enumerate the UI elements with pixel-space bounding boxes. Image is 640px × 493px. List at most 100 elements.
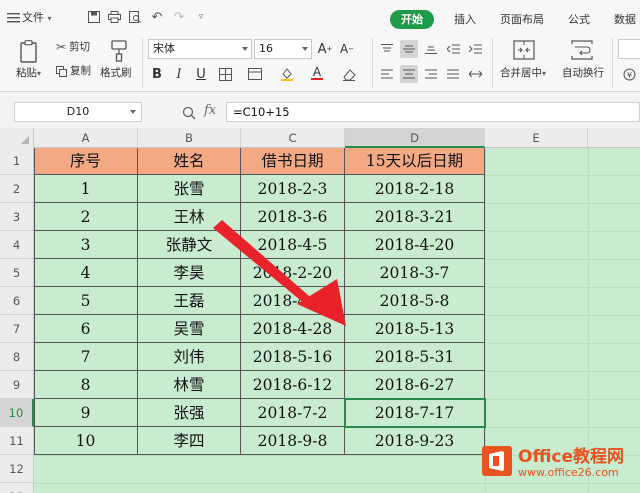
customize-quick-access-icon[interactable]: ▿ (194, 10, 208, 24)
table-cell[interactable]: 2018-4-28 (241, 315, 345, 343)
distribute-icon[interactable] (466, 65, 484, 83)
redo-icon[interactable]: ↷ (172, 10, 186, 25)
merge-center-icon[interactable] (513, 40, 535, 64)
table-cell[interactable]: 2018-7-2 (241, 399, 345, 427)
wrap-text-icon[interactable] (571, 40, 593, 64)
print-icon[interactable] (107, 10, 121, 24)
align-top-icon[interactable] (378, 40, 396, 58)
merge-center-button[interactable]: 合并居中▾ (500, 67, 546, 80)
row-header-12[interactable]: 12 (0, 455, 34, 483)
table-cell[interactable]: 9 (34, 399, 138, 427)
tab-formulas[interactable]: 公式 (568, 13, 590, 27)
table-cell[interactable]: 刘伟 (138, 343, 241, 371)
fx-icon[interactable]: fx (204, 103, 216, 118)
row-header-5[interactable]: 5 (0, 259, 34, 287)
column-header-e[interactable]: E (485, 128, 588, 148)
table-cell[interactable]: 10 (34, 427, 138, 455)
table-cell[interactable]: 2018-2-3 (241, 175, 345, 203)
table-cell[interactable]: 8 (34, 371, 138, 399)
spreadsheet-grid[interactable]: ABCDEF 12345678910111213 序号姓名借书日期15天以后日期… (0, 128, 640, 493)
format-painter-button[interactable]: 格式刷 (100, 67, 132, 79)
tab-page-layout[interactable]: 页面布局 (500, 13, 544, 27)
table-cell[interactable]: 2 (34, 203, 138, 231)
copy-button[interactable]: 复制 (56, 65, 91, 77)
number-format-select[interactable] (618, 39, 640, 59)
tab-data[interactable]: 数据 (614, 13, 636, 27)
table-cell[interactable]: 2018-4-5 (241, 231, 345, 259)
tab-insert[interactable]: 插入 (454, 13, 476, 27)
row-header-6[interactable]: 6 (0, 287, 34, 315)
table-cell[interactable]: 林雪 (138, 371, 241, 399)
table-cell[interactable]: 张强 (138, 399, 241, 427)
header-cell[interactable]: 姓名 (138, 148, 241, 175)
table-cell[interactable]: 2018-7-17 (345, 399, 485, 427)
row-header-2[interactable]: 2 (0, 175, 34, 203)
row-header-13[interactable]: 13 (0, 483, 34, 493)
table-cell[interactable]: 张雪 (138, 175, 241, 203)
justify-icon[interactable] (444, 65, 462, 83)
table-cell[interactable]: 2018-2-18 (345, 175, 485, 203)
table-cell[interactable]: 6 (34, 315, 138, 343)
table-cell[interactable]: 1 (34, 175, 138, 203)
row-header-11[interactable]: 11 (0, 427, 34, 455)
table-cell[interactable]: 2018-6-27 (345, 371, 485, 399)
tab-home[interactable]: 开始 (390, 10, 434, 29)
save-icon[interactable] (87, 10, 101, 24)
zoom-icon[interactable] (182, 105, 196, 124)
format-painter-icon[interactable] (109, 40, 129, 62)
table-cell[interactable]: 2018-5-8 (345, 287, 485, 315)
table-cell[interactable]: 2018-2-20 (241, 259, 345, 287)
row-header-7[interactable]: 7 (0, 315, 34, 343)
increase-indent-icon[interactable] (466, 40, 484, 58)
column-header-f[interactable]: F (588, 128, 640, 148)
table-cell[interactable]: 2018-6-12 (241, 371, 345, 399)
select-all-corner[interactable] (0, 128, 34, 148)
table-cell[interactable]: 2018-9-8 (241, 427, 345, 455)
underline-icon[interactable]: U (192, 65, 210, 83)
table-cell[interactable]: 5 (34, 287, 138, 315)
row-header-1[interactable]: 1 (0, 148, 34, 175)
column-header-b[interactable]: B (138, 128, 241, 148)
table-cell[interactable]: 3 (34, 231, 138, 259)
cut-button[interactable]: ✂ 剪切 (56, 40, 90, 54)
table-cell[interactable]: 2018-3-7 (345, 259, 485, 287)
table-cell[interactable]: 2018-4-23 (241, 287, 345, 315)
font-color-icon[interactable]: A (308, 64, 326, 82)
undo-icon[interactable]: ↶ (150, 10, 164, 25)
name-box[interactable]: D10 (14, 102, 142, 122)
print-preview-icon[interactable] (128, 10, 142, 24)
wrap-text-button[interactable]: 自动换行 (562, 67, 604, 79)
align-right-icon[interactable] (422, 65, 440, 83)
hamburger-menu-icon[interactable] (6, 10, 20, 24)
font-name-select[interactable]: 宋体 (148, 39, 252, 59)
italic-icon[interactable]: I (170, 65, 188, 83)
table-cell[interactable]: 7 (34, 343, 138, 371)
table-cell[interactable]: 4 (34, 259, 138, 287)
table-cell[interactable]: 李昊 (138, 259, 241, 287)
row-header-3[interactable]: 3 (0, 203, 34, 231)
table-cell[interactable]: 王磊 (138, 287, 241, 315)
table-cell[interactable]: 李四 (138, 427, 241, 455)
table-cell[interactable]: 2018-3-6 (241, 203, 345, 231)
align-center-icon[interactable] (400, 65, 418, 83)
increase-font-size-icon[interactable]: A + (316, 40, 334, 58)
bold-icon[interactable]: B (148, 65, 166, 83)
align-left-icon[interactable] (378, 65, 396, 83)
paste-button[interactable]: 粘贴▾ (16, 67, 41, 80)
column-header-a[interactable]: A (34, 128, 138, 148)
table-cell[interactable]: 张静文 (138, 231, 241, 259)
column-header-d[interactable]: D (345, 128, 485, 148)
fill-color-icon[interactable] (278, 65, 296, 83)
file-menu[interactable]: 文件 ▾ (22, 11, 52, 26)
number-format-icon[interactable]: ¥ (620, 65, 638, 83)
cell-style-icon[interactable] (246, 65, 264, 83)
row-header-8[interactable]: 8 (0, 343, 34, 371)
table-cell[interactable]: 王林 (138, 203, 241, 231)
header-cell[interactable]: 15天以后日期 (345, 148, 485, 175)
header-cell[interactable]: 借书日期 (241, 148, 345, 175)
column-header-c[interactable]: C (241, 128, 345, 148)
row-header-4[interactable]: 4 (0, 231, 34, 259)
decrease-indent-icon[interactable] (444, 40, 462, 58)
table-cell[interactable]: 2018-5-16 (241, 343, 345, 371)
font-size-select[interactable]: 16 (254, 39, 312, 59)
